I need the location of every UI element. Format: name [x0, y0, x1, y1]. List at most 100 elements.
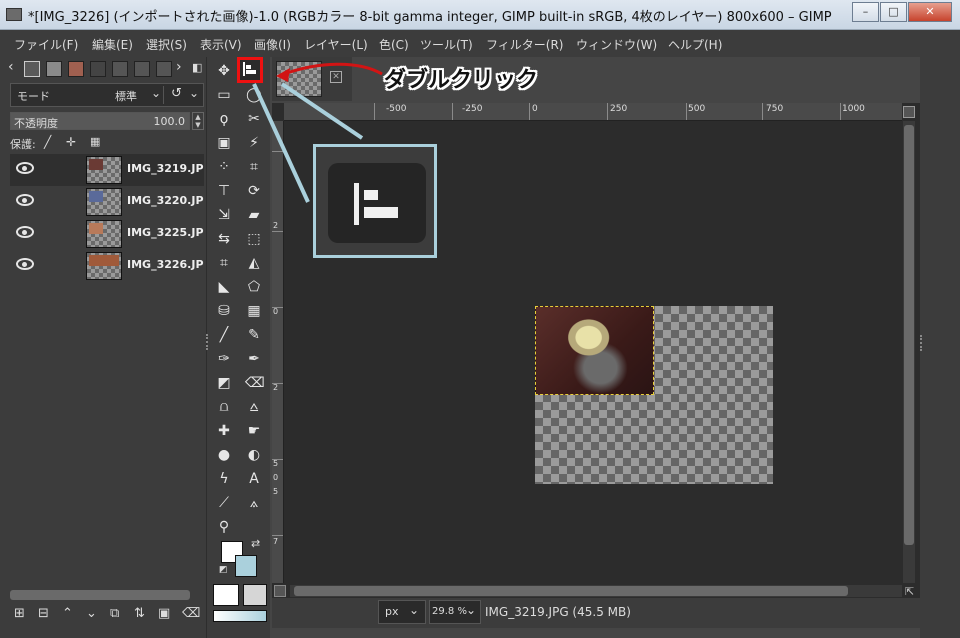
menu-tools[interactable]: ツール(T): [420, 36, 473, 53]
unit-select[interactable]: px ⌄: [378, 600, 426, 624]
mypaint-icon[interactable]: ◩: [215, 374, 233, 392]
menu-windows[interactable]: ウィンドウ(W): [576, 36, 657, 53]
menu-image[interactable]: 画像(I): [254, 36, 291, 53]
perspective-clone-icon[interactable]: ⩟: [245, 398, 263, 416]
layer-row[interactable]: IMG_3219.JP: [10, 154, 204, 186]
lower-layer-icon[interactable]: ⌄: [86, 606, 97, 621]
tab-images-icon[interactable]: [68, 61, 84, 77]
dodge-icon[interactable]: ◐: [245, 446, 263, 464]
cage-transform-icon[interactable]: ⌗: [215, 254, 233, 272]
menu-file[interactable]: ファイル(F): [14, 36, 78, 53]
pattern-preview[interactable]: [243, 584, 267, 606]
layer-mode-select[interactable]: モード 標準 ⌄ ↺ ⌄: [10, 83, 204, 107]
vertical-scrollbar[interactable]: [903, 121, 915, 583]
duplicate-layer-icon[interactable]: ⧉: [110, 606, 119, 621]
mask-layer-icon[interactable]: ▣: [158, 606, 170, 621]
zoom-select[interactable]: 29.8 % ⌄: [429, 600, 481, 624]
blur-icon[interactable]: ●: [215, 446, 233, 464]
brush-preview[interactable]: [213, 584, 239, 606]
bucket-fill-icon[interactable]: ◣: [215, 278, 233, 296]
scale-icon[interactable]: ⇲: [215, 206, 233, 224]
tab-scroll-left-icon[interactable]: ‹: [8, 59, 14, 75]
opacity-slider[interactable]: 不透明度 100.0: [10, 112, 190, 130]
3d-transform-icon[interactable]: ⬚: [245, 230, 263, 248]
quick-mask-toggle[interactable]: [274, 585, 286, 597]
eye-icon[interactable]: [16, 258, 34, 270]
lock-alpha-icon[interactable]: ▦: [90, 135, 100, 148]
menu-layer[interactable]: レイヤー(L): [304, 36, 368, 53]
scrollbar-thumb[interactable]: [294, 586, 848, 596]
eye-icon[interactable]: [16, 162, 34, 174]
menu-color[interactable]: 色(C): [379, 36, 409, 53]
default-colors-icon[interactable]: ◩: [219, 565, 228, 575]
align-tool-icon[interactable]: [237, 57, 263, 83]
lock-pixels-icon[interactable]: ╱: [44, 135, 51, 149]
menu-help[interactable]: ヘルプ(H): [668, 36, 722, 53]
swap-colors-icon[interactable]: ⇄: [251, 537, 260, 550]
tab-display-icon[interactable]: [156, 61, 172, 77]
rect-select-icon[interactable]: ▭: [215, 86, 233, 104]
clone-icon[interactable]: ⩍: [215, 398, 233, 416]
close-button[interactable]: ✕: [908, 2, 952, 22]
anchor-layer-icon[interactable]: ⇅: [134, 606, 145, 621]
delete-layer-icon[interactable]: ⌫: [182, 606, 200, 621]
new-layer-icon[interactable]: ⊞: [14, 606, 25, 621]
minimize-button[interactable]: –: [852, 2, 879, 22]
reset-mode-icon[interactable]: ↺: [171, 86, 182, 101]
flip-icon[interactable]: ⇆: [215, 230, 233, 248]
tab-layers-icon[interactable]: [24, 61, 40, 77]
tab-stack-icon[interactable]: [134, 61, 150, 77]
new-layer-group-icon[interactable]: ⊟: [38, 606, 49, 621]
chevron-down-icon[interactable]: ⌄: [189, 86, 199, 100]
pencil-icon[interactable]: ✎: [245, 326, 263, 344]
paths-icon[interactable]: ϟ: [215, 470, 233, 488]
gradient-preview[interactable]: [213, 610, 267, 622]
color-select-icon[interactable]: ⁘: [215, 158, 233, 176]
unified-transform-icon[interactable]: ⊤: [215, 182, 233, 200]
measure-icon[interactable]: ⟑: [245, 494, 263, 512]
handle-transform-icon[interactable]: ⬠: [245, 278, 263, 296]
zoom-to-fit-button[interactable]: [903, 106, 915, 118]
layer-row[interactable]: IMG_3226.JP: [10, 250, 204, 282]
maximize-button[interactable]: □: [880, 2, 907, 22]
scrollbar-thumb[interactable]: [904, 125, 914, 545]
pattern-icon[interactable]: ▦: [245, 302, 263, 320]
smudge-icon[interactable]: ☛: [245, 422, 263, 440]
menu-select[interactable]: 選択(S): [146, 36, 187, 53]
layer-row[interactable]: IMG_3225.JP: [10, 218, 204, 250]
tab-patterns-icon[interactable]: [90, 61, 106, 77]
heal-icon[interactable]: ✚: [215, 422, 233, 440]
eye-icon[interactable]: [16, 226, 34, 238]
dock-grip[interactable]: [206, 334, 208, 350]
navigate-icon[interactable]: ⇱: [905, 585, 914, 598]
horizontal-scrollbar[interactable]: [290, 585, 902, 597]
paint-bucket-icon[interactable]: ⛁: [215, 302, 233, 320]
active-layer-photo[interactable]: [535, 306, 654, 395]
menu-view[interactable]: 表示(V): [200, 36, 242, 53]
paintbrush-icon[interactable]: ╱: [215, 326, 233, 344]
color-picker-icon[interactable]: ⟋: [215, 494, 233, 512]
dock-grip[interactable]: [920, 335, 922, 351]
airbrush-icon[interactable]: ✑: [215, 350, 233, 368]
tab-scroll-right-icon[interactable]: ›: [176, 59, 182, 75]
eye-icon[interactable]: [16, 194, 34, 206]
dock-menu-icon[interactable]: ◧: [192, 61, 202, 74]
foreground-select-icon[interactable]: ▣: [215, 134, 233, 152]
menu-edit[interactable]: 編集(E): [92, 36, 133, 53]
raise-layer-icon[interactable]: ⌃: [62, 606, 73, 621]
layer-row[interactable]: IMG_3220.JP: [10, 186, 204, 218]
horizontal-scrollbar[interactable]: [10, 590, 190, 600]
eraser-icon[interactable]: ⌫: [245, 374, 265, 392]
lock-position-icon[interactable]: ✛: [66, 135, 76, 149]
tab-channels-icon[interactable]: [46, 61, 62, 77]
background-color-swatch[interactable]: [235, 555, 257, 577]
ink-icon[interactable]: ✒: [245, 350, 263, 368]
tab-undo-icon[interactable]: [112, 61, 128, 77]
free-select-icon[interactable]: ϙ: [215, 110, 233, 128]
menu-filters[interactable]: フィルター(R): [486, 36, 563, 53]
opacity-spin-button[interactable]: ▲ ▼: [192, 112, 204, 130]
move-tool-icon[interactable]: ✥: [215, 62, 233, 80]
text-tool-icon[interactable]: A: [245, 470, 263, 488]
zoom-tool-icon[interactable]: ⚲: [215, 518, 233, 536]
warp-transform-icon[interactable]: ◭: [245, 254, 263, 272]
